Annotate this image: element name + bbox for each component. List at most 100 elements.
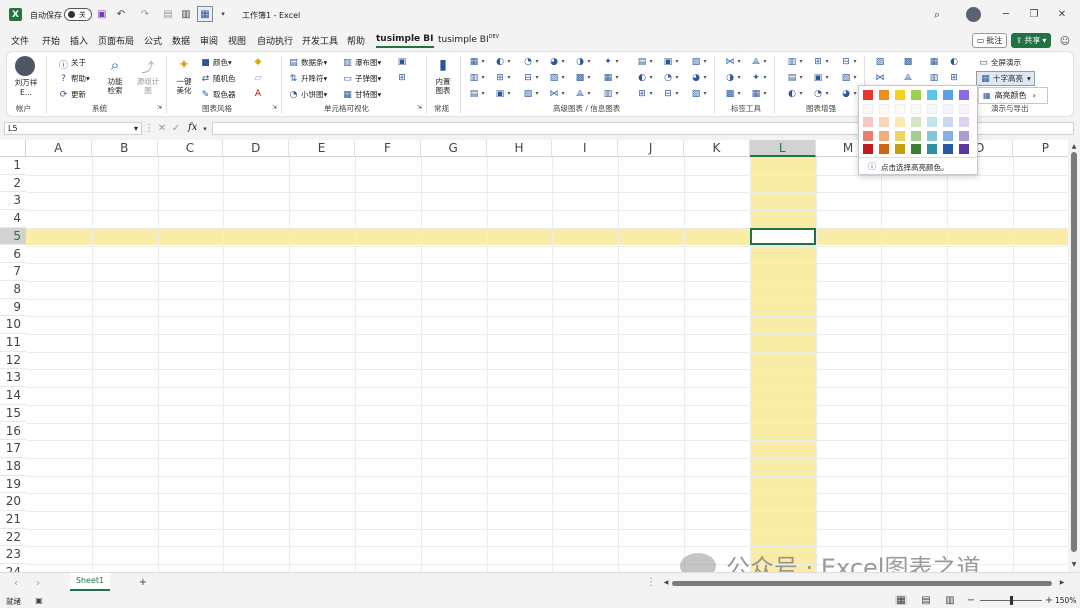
- chart-type-icon[interactable]: ✦: [602, 57, 614, 67]
- zoom-out-icon[interactable]: −: [966, 595, 976, 606]
- chevron-down-icon[interactable]: ▾: [736, 73, 742, 83]
- color-swatch[interactable]: [879, 103, 889, 114]
- chevron-down-icon[interactable]: ▾: [614, 89, 620, 99]
- chevron-down-icon[interactable]: ▾: [648, 89, 654, 99]
- chevron-down-icon[interactable]: ▾: [201, 123, 209, 134]
- chart-type-icon[interactable]: ✦: [750, 73, 762, 83]
- share-button[interactable]: ⇪ 共享 ▾: [1011, 33, 1051, 48]
- page-break-icon[interactable]: ▥: [944, 595, 956, 606]
- chevron-down-icon[interactable]: ▾: [762, 73, 768, 83]
- autosave-toggle[interactable]: 关: [64, 8, 92, 21]
- dialog-launcher-icon[interactable]: ⇲: [156, 104, 163, 111]
- color-swatch[interactable]: [943, 144, 953, 154]
- chart-resolve-icon[interactable]: ⤴: [139, 58, 157, 76]
- chart-type-icon[interactable]: ▩: [574, 73, 586, 83]
- cellviz-extra-icon[interactable]: ▣: [396, 57, 408, 67]
- updown-button[interactable]: ⇅ 升降符 ▾: [288, 73, 328, 84]
- row-header[interactable]: 21: [0, 511, 26, 529]
- color-swatch[interactable]: [879, 117, 889, 127]
- chart-type-icon[interactable]: ◕: [840, 89, 852, 99]
- zoom-slider[interactable]: [980, 596, 1042, 605]
- chart-type-icon[interactable]: ▧: [690, 57, 702, 67]
- scroll-right-icon[interactable]: ▶: [1058, 578, 1066, 586]
- cross-highlight-icon[interactable]: ▦: [197, 6, 213, 22]
- chart-type-icon[interactable]: ◐: [786, 89, 798, 99]
- column-header[interactable]: A: [26, 140, 92, 157]
- color-swatch[interactable]: [863, 144, 873, 154]
- macro-record-icon[interactable]: ▣: [34, 595, 44, 605]
- tab-7[interactable]: 视图: [228, 34, 246, 47]
- color-swatch[interactable]: [959, 144, 969, 154]
- one-key-beautify-label[interactable]: 一键美化: [174, 77, 194, 95]
- avatar[interactable]: [966, 7, 981, 22]
- chevron-down-icon[interactable]: ▾: [648, 73, 654, 83]
- color-swatch[interactable]: [911, 144, 921, 154]
- chevron-down-icon[interactable]: ▾: [480, 73, 486, 83]
- chart-type-icon[interactable]: ◑: [574, 57, 586, 67]
- chart-type-icon[interactable]: ⊞: [494, 73, 506, 83]
- minimize-icon[interactable]: ─: [1000, 8, 1012, 20]
- color-swatch[interactable]: [911, 130, 921, 141]
- chart-type-icon[interactable]: ⊞: [636, 89, 648, 99]
- chart-resolve-label[interactable]: 源组计图: [136, 77, 160, 95]
- row-header[interactable]: 23: [0, 546, 26, 565]
- chart-type-icon[interactable]: ▥: [468, 73, 480, 83]
- databar-button[interactable]: ▤ 数据条 ▾: [288, 57, 327, 68]
- chart-type-icon[interactable]: ▦: [602, 73, 614, 83]
- customize-qat-icon[interactable]: ▾: [218, 8, 228, 20]
- row-header[interactable]: 9: [0, 299, 26, 317]
- color-swatch[interactable]: [863, 103, 873, 114]
- chart-type-icon[interactable]: ▩: [902, 57, 914, 67]
- chevron-down-icon[interactable]: ▾: [586, 89, 592, 99]
- chevron-down-icon[interactable]: ▾: [736, 89, 742, 99]
- chart-type-icon[interactable]: ⊟: [662, 89, 674, 99]
- chart-type-icon[interactable]: ▧: [840, 73, 852, 83]
- column-header[interactable]: J: [618, 140, 684, 157]
- restore-icon[interactable]: ❐: [1028, 8, 1040, 20]
- chart-type-icon[interactable]: ▨: [690, 89, 702, 99]
- function-search-icon[interactable]: ⌕: [106, 56, 124, 74]
- comment-button[interactable]: ▭ 批注: [972, 33, 1007, 48]
- row-header[interactable]: 12: [0, 352, 26, 370]
- chevron-down-icon[interactable]: ▾: [506, 73, 512, 83]
- fill-color-icon[interactable]: ◆: [252, 57, 264, 67]
- zoom-in-icon[interactable]: +: [1044, 595, 1054, 606]
- row-header[interactable]: 15: [0, 405, 26, 423]
- tab-11[interactable]: tusimple BI: [376, 34, 434, 48]
- normal-view-icon[interactable]: ▦: [895, 595, 907, 606]
- color-swatch[interactable]: [895, 103, 905, 114]
- row-header[interactable]: 5: [0, 227, 26, 246]
- color-swatch[interactable]: [863, 90, 873, 100]
- waterfall-button[interactable]: ▥ 瀑布图 ▾: [342, 57, 381, 68]
- row-header[interactable]: 18: [0, 458, 26, 476]
- chart-type-icon[interactable]: ▣: [812, 73, 824, 83]
- tab-12[interactable]: tusimple BIDEV: [438, 34, 499, 45]
- chevron-down-icon[interactable]: ▾: [798, 89, 804, 99]
- cross-highlight-button[interactable]: ▦ 十字高亮 ▾: [976, 71, 1035, 86]
- chart-type-icon[interactable]: ▨: [548, 73, 560, 83]
- name-box[interactable]: L5 ▾: [4, 122, 142, 135]
- tab-9[interactable]: 开发工具: [302, 34, 338, 47]
- magic-wand-icon[interactable]: ✦: [174, 56, 194, 74]
- chevron-down-icon[interactable]: ▾: [798, 57, 804, 67]
- chart-type-icon[interactable]: ▥: [602, 89, 614, 99]
- tab-0[interactable]: 文件: [11, 34, 29, 47]
- chart-type-icon[interactable]: ▦: [928, 57, 940, 67]
- builtin-chart-label[interactable]: 内置图表: [432, 77, 454, 95]
- dialog-launcher-icon[interactable]: ⇲: [271, 104, 278, 111]
- chart-type-icon[interactable]: ◔: [522, 57, 534, 67]
- column-header[interactable]: B: [91, 140, 158, 157]
- random-color-button[interactable]: ⇄ 随机色: [200, 73, 236, 84]
- chart-type-icon[interactable]: ▧: [522, 89, 534, 99]
- color-swatch[interactable]: [959, 103, 969, 114]
- chart-type-icon[interactable]: ▤: [468, 89, 480, 99]
- chevron-down-icon[interactable]: ▾: [702, 89, 708, 99]
- color-button[interactable]: ■ 颜色 ▾: [200, 57, 232, 68]
- color-swatch[interactable]: [895, 144, 905, 154]
- chart-type-icon[interactable]: ⋈: [874, 73, 886, 83]
- chevron-down-icon[interactable]: ▾: [824, 89, 830, 99]
- tab-1[interactable]: 开始: [42, 34, 60, 47]
- column-header[interactable]: H: [486, 140, 553, 157]
- line-color-icon[interactable]: ▱: [252, 73, 264, 83]
- color-swatch[interactable]: [943, 90, 953, 100]
